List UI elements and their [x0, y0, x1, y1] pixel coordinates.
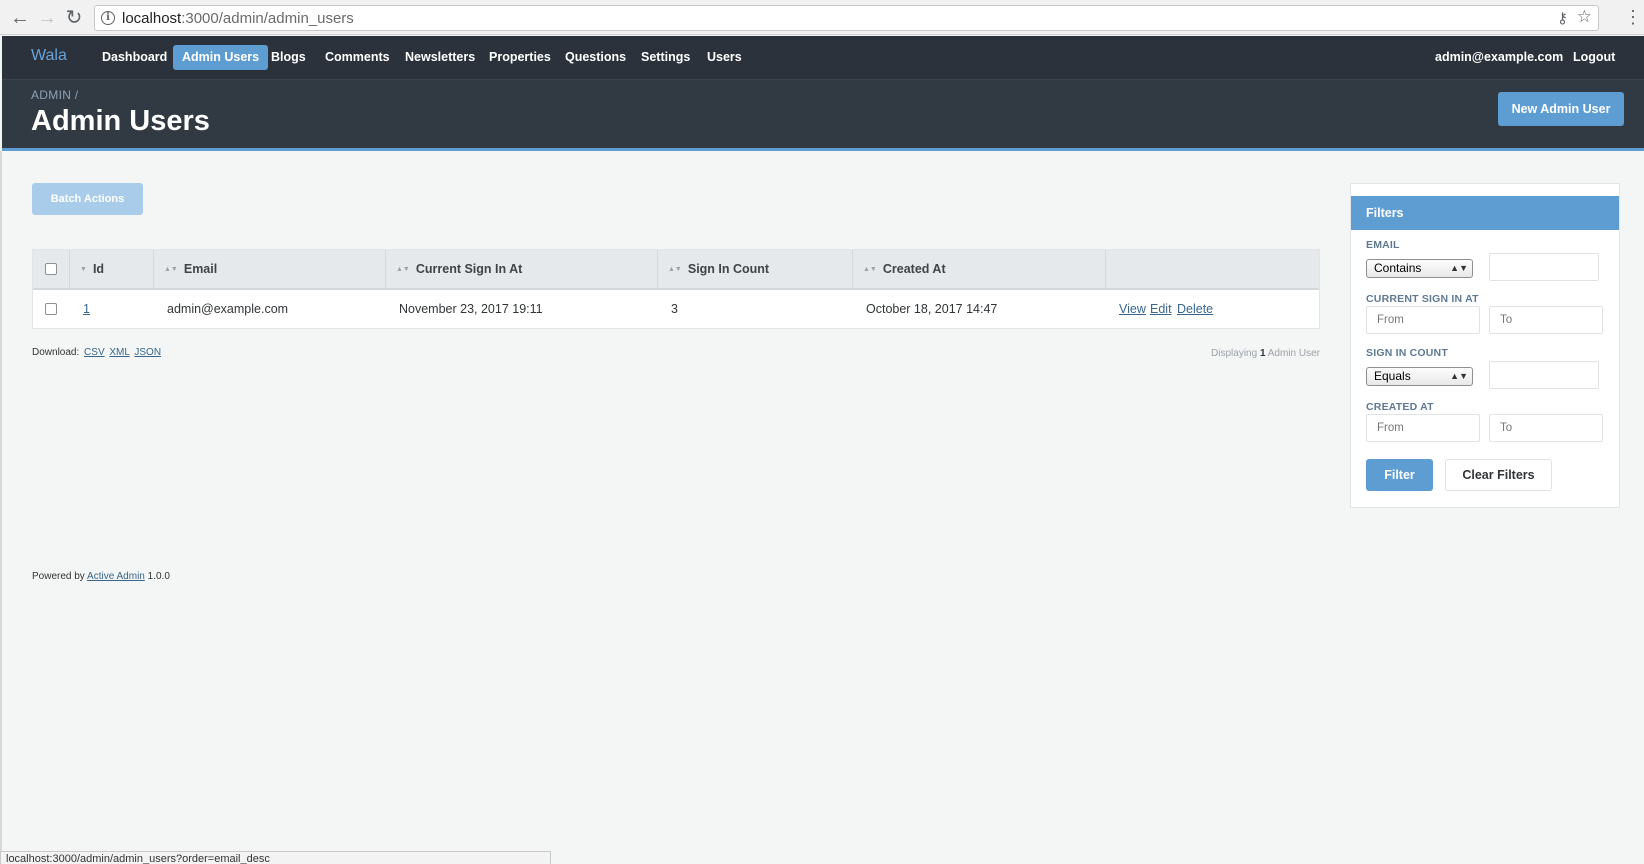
left-edge — [0, 151, 2, 864]
select-arrows-icon: ▲▼ — [1450, 371, 1468, 381]
nav-item-users[interactable]: Users — [698, 45, 751, 70]
browser-toolbar: ← → ↻ i localhost:3000/admin/admin_users… — [0, 0, 1644, 35]
select-all-checkbox[interactable] — [45, 263, 57, 275]
edit-link[interactable]: Edit — [1150, 290, 1172, 328]
admin-users-table: ▼ Id ▲▼ Email ▲▼ Current Sign In At ▲▼ Sign … — [32, 249, 1320, 329]
nav-item-newsletters[interactable]: Newsletters — [396, 45, 484, 70]
download-csv-link[interactable]: CSV — [84, 347, 105, 358]
title-bar: ADMIN / Admin Users New Admin User — [2, 80, 1644, 148]
created-at-to-input[interactable]: To — [1489, 414, 1603, 442]
row-created-at: October 18, 2017 14:47 — [866, 302, 998, 316]
new-admin-user-button[interactable]: New Admin User — [1498, 92, 1624, 126]
delete-link[interactable]: Delete — [1177, 290, 1213, 328]
sort-icon: ▲▼ — [668, 266, 682, 273]
batch-actions-button[interactable]: Batch Actions — [32, 183, 143, 215]
sign-in-count-filter-select[interactable]: Equals ▲▼ — [1366, 367, 1473, 386]
table-header: ▼ Id ▲▼ Email ▲▼ Current Sign In At ▲▼ Sign … — [33, 250, 1319, 290]
nav-item-questions[interactable]: Questions — [556, 45, 635, 70]
star-icon[interactable]: ☆ — [1577, 7, 1592, 27]
email-filter-label: EMAIL — [1366, 239, 1400, 251]
current-sign-in-to-input[interactable]: To — [1489, 306, 1603, 334]
nav-item-dashboard[interactable]: Dashboard — [93, 45, 176, 70]
column-header-current-sign-in-at[interactable]: ▲▼ Current Sign In At — [386, 250, 658, 288]
select-arrows-icon: ▲▼ — [1450, 263, 1468, 273]
current-sign-in-from-input[interactable]: From — [1366, 306, 1480, 334]
app-header: Wala Dashboard Admin Users Blogs Comment… — [2, 36, 1644, 151]
filters-panel: Filters EMAIL Contains ▲▼ CURRENT SIGN IN… — [1350, 183, 1620, 508]
sort-icon: ▲▼ — [164, 266, 178, 273]
created-at-filter-label: CREATED AT — [1366, 401, 1434, 413]
download-json-link[interactable]: JSON — [134, 347, 161, 358]
download-xml-link[interactable]: XML — [109, 347, 129, 358]
row-id-link[interactable]: 1 — [83, 290, 90, 328]
browser-menu-icon[interactable]: ⋮ — [1624, 6, 1642, 28]
row-checkbox[interactable] — [45, 303, 57, 315]
current-sign-in-at-filter-label: CURRENT SIGN IN AT — [1366, 293, 1479, 305]
filter-button[interactable]: Filter — [1366, 459, 1433, 491]
footer: Powered by Active Admin 1.0.0 — [32, 571, 170, 582]
pagination-info: Displaying 1 Admin User — [1211, 348, 1320, 359]
nav-item-properties[interactable]: Properties — [480, 45, 560, 70]
column-header-created-at[interactable]: ▲▼ Created At — [853, 250, 1106, 288]
table-row: 1 admin@example.com November 23, 2017 19… — [33, 290, 1319, 328]
column-header-id[interactable]: ▼ Id — [70, 250, 154, 288]
info-icon[interactable]: i — [101, 11, 115, 25]
back-arrow-icon[interactable]: ← — [8, 6, 32, 30]
email-filter-input[interactable] — [1489, 253, 1599, 281]
sign-in-count-filter-input[interactable] — [1489, 361, 1599, 389]
download-label: Download: — [32, 347, 80, 358]
nav-item-comments[interactable]: Comments — [316, 45, 399, 70]
nav-item-blogs[interactable]: Blogs — [262, 45, 315, 70]
row-current-sign-in-at: November 23, 2017 19:11 — [399, 302, 543, 316]
email-filter-select[interactable]: Contains ▲▼ — [1366, 259, 1473, 278]
address-bar[interactable]: i localhost:3000/admin/admin_users ⚷ ☆ — [94, 5, 1599, 31]
active-admin-link[interactable]: Active Admin — [87, 571, 145, 582]
column-header-actions — [1106, 250, 1319, 288]
column-header-email[interactable]: ▲▼ Email — [154, 250, 386, 288]
breadcrumb[interactable]: ADMIN / — [31, 88, 78, 102]
page-title: Admin Users — [31, 105, 210, 137]
clear-filters-button[interactable]: Clear Filters — [1445, 459, 1552, 491]
nav-item-settings[interactable]: Settings — [632, 45, 699, 70]
sort-desc-icon: ▼ — [80, 266, 87, 273]
sort-icon: ▲▼ — [396, 266, 410, 273]
download-links: Download: CSV XML JSON — [32, 347, 161, 358]
row-sign-in-count: 3 — [671, 302, 678, 316]
status-bar-url: localhost:3000/admin/admin_users?order=e… — [0, 851, 551, 864]
reload-icon[interactable]: ↻ — [62, 6, 86, 30]
filters-title: Filters — [1351, 196, 1619, 230]
current-user-link[interactable]: admin@example.com — [1435, 45, 1563, 70]
created-at-from-input[interactable]: From — [1366, 414, 1480, 442]
forward-arrow-icon[interactable]: → — [35, 6, 59, 30]
site-title[interactable]: Wala — [31, 47, 67, 65]
select-all-header — [33, 250, 70, 288]
column-header-sign-in-count[interactable]: ▲▼ Sign In Count — [658, 250, 853, 288]
sign-in-count-filter-label: SIGN IN COUNT — [1366, 347, 1448, 359]
row-email: admin@example.com — [167, 302, 289, 316]
nav-item-admin-users[interactable]: Admin Users — [173, 45, 269, 70]
sort-icon: ▲▼ — [863, 266, 877, 273]
logout-link[interactable]: Logout — [1573, 45, 1615, 70]
view-link[interactable]: View — [1119, 290, 1146, 328]
key-icon[interactable]: ⚷ — [1557, 9, 1568, 27]
top-navigation: Wala Dashboard Admin Users Blogs Comment… — [2, 36, 1644, 80]
url-text[interactable]: localhost:3000/admin/admin_users — [122, 10, 354, 27]
